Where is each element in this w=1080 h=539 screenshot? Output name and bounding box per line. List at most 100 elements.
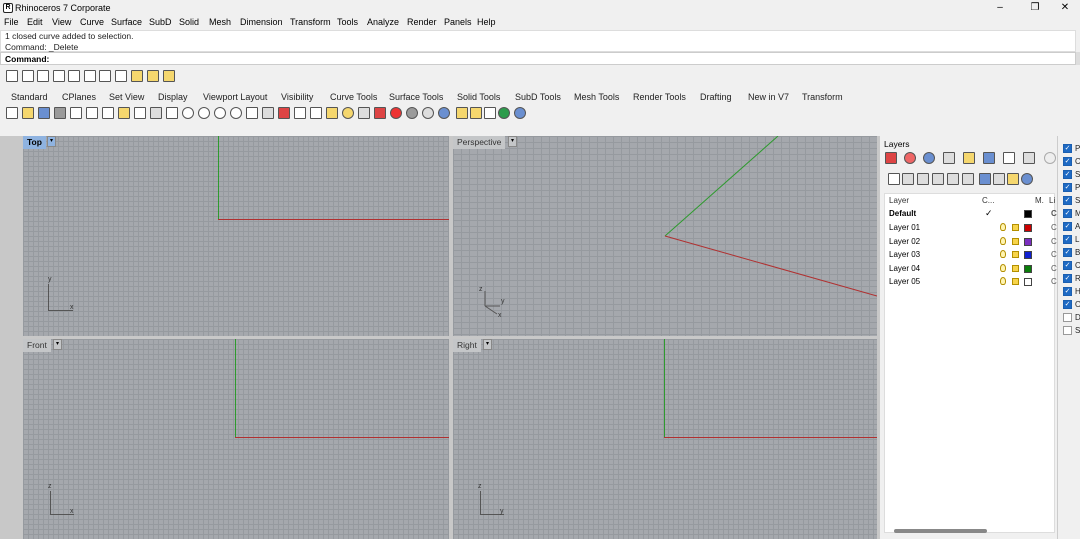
layer-color-swatch[interactable] [1024, 224, 1032, 232]
lock-icon[interactable] [1012, 237, 1019, 245]
filter-icon[interactable] [456, 107, 468, 119]
prop-checkbox[interactable] [1063, 326, 1072, 335]
prop-checkbox[interactable]: ✓ [1063, 261, 1072, 270]
tab-visibility[interactable]: Visibility [281, 92, 313, 102]
layer-color-swatch[interactable] [1024, 210, 1032, 218]
command-scrollbar[interactable] [1076, 52, 1080, 65]
rotate-view-icon[interactable] [166, 107, 178, 119]
tab-curve-tools[interactable]: Curve Tools [330, 92, 377, 102]
layer-row-03[interactable]: Layer 03 C [885, 248, 1057, 262]
tab-standard[interactable]: Standard [11, 92, 48, 102]
lock-icon[interactable] [358, 107, 370, 119]
menu-dimension[interactable]: Dimension [240, 17, 283, 27]
column-header-material[interactable]: M. [1035, 194, 1044, 207]
open-file-icon[interactable] [22, 70, 34, 82]
lock-icon[interactable] [1012, 224, 1019, 231]
move-parent-icon[interactable] [962, 173, 974, 185]
menu-help[interactable]: Help [477, 17, 496, 27]
menu-analyze[interactable]: Analyze [367, 17, 399, 27]
menu-view[interactable]: View [52, 17, 71, 27]
layer-row-02[interactable]: Layer 02 C [885, 235, 1057, 249]
new-file-icon[interactable] [6, 70, 18, 82]
new-icon[interactable] [6, 107, 18, 119]
pan-icon[interactable] [150, 107, 162, 119]
tab-surface-tools[interactable]: Surface Tools [389, 92, 443, 102]
lights-tab-icon[interactable] [943, 152, 955, 164]
materials-tab-icon[interactable] [923, 152, 935, 164]
import-icon[interactable] [70, 107, 82, 119]
visibility-bulb-icon[interactable] [1000, 223, 1006, 231]
insert-icon[interactable] [163, 70, 175, 82]
visibility-bulb-icon[interactable] [1000, 263, 1006, 272]
settings-tab-icon[interactable] [1044, 152, 1056, 164]
help-icon[interactable] [514, 107, 526, 119]
notes-tab-icon[interactable] [1003, 152, 1015, 164]
tab-solid-tools[interactable]: Solid Tools [457, 92, 500, 102]
command-input[interactable]: Command: [0, 52, 1076, 65]
layer-row-05[interactable]: Layer 05 C [885, 275, 1057, 289]
menu-subd[interactable]: SubD [149, 17, 172, 27]
print-icon[interactable] [99, 70, 111, 82]
viewport-front-label[interactable]: Front [23, 339, 51, 352]
options-icon[interactable] [470, 107, 482, 119]
zoom-window-icon[interactable] [198, 107, 210, 119]
color-wheel-icon[interactable] [390, 107, 402, 119]
zebra-icon[interactable] [498, 107, 510, 119]
select-icon[interactable] [278, 107, 290, 119]
rendered-icon[interactable] [422, 107, 434, 119]
properties-icon[interactable] [374, 107, 386, 119]
minimize-button[interactable]: – [985, 0, 1015, 16]
viewport-right[interactable]: Right ▾ z y [453, 339, 877, 539]
paste-icon[interactable] [118, 107, 130, 119]
visibility-bulb-icon[interactable] [1000, 236, 1006, 245]
visibility-bulb-icon[interactable] [1000, 277, 1006, 285]
named-views-tab-icon[interactable] [983, 152, 995, 164]
menu-panels[interactable]: Panels [444, 17, 472, 27]
column-header-current[interactable]: C... [982, 194, 994, 207]
prop-checkbox[interactable]: ✓ [1063, 196, 1072, 205]
dimension-icon[interactable] [484, 107, 496, 119]
layer-row-default[interactable]: Default ✓ C [885, 207, 1057, 221]
zoom-icon[interactable] [182, 107, 194, 119]
move-up-icon[interactable] [932, 173, 944, 185]
menu-tools[interactable]: Tools [337, 17, 358, 27]
export-icon[interactable] [84, 70, 96, 82]
viewport-top-label[interactable]: Top [23, 136, 46, 149]
layer-color-swatch[interactable] [1024, 278, 1032, 286]
display-tab-icon[interactable] [904, 152, 916, 164]
undo-icon[interactable] [134, 107, 146, 119]
tab-new-in-v7[interactable]: New in V7 [748, 92, 789, 102]
menu-edit[interactable]: Edit [27, 17, 43, 27]
close-button[interactable]: ✕ [1050, 0, 1080, 16]
cut-icon[interactable] [86, 107, 98, 119]
save-file-icon[interactable] [37, 70, 49, 82]
prop-checkbox[interactable]: ✓ [1063, 183, 1072, 192]
prop-checkbox[interactable]: ✓ [1063, 170, 1072, 179]
libraries-tab-icon[interactable] [963, 152, 975, 164]
layers-tab-icon[interactable] [885, 152, 897, 164]
maximize-button[interactable]: ❐ [1020, 0, 1050, 16]
column-header-linetype[interactable]: Li [1049, 194, 1055, 207]
layer-icon[interactable] [326, 107, 338, 119]
undo-view-icon[interactable] [246, 107, 258, 119]
viewport-top[interactable]: Top ▾ y x [23, 136, 449, 336]
tab-display[interactable]: Display [158, 92, 188, 102]
layer-row-04[interactable]: Layer 04 C [885, 262, 1057, 276]
menu-curve[interactable]: Curve [80, 17, 104, 27]
move-down-icon[interactable] [947, 173, 959, 185]
help-icon[interactable] [1021, 173, 1033, 185]
import-icon[interactable] [68, 70, 80, 82]
lock-icon[interactable] [1012, 264, 1019, 272]
new-layer-icon[interactable] [888, 173, 900, 185]
tab-cplanes[interactable]: CPlanes [62, 92, 96, 102]
layer-color-swatch[interactable] [1024, 237, 1032, 246]
menu-mesh[interactable]: Mesh [209, 17, 231, 27]
prop-checkbox[interactable]: ✓ [1063, 300, 1072, 309]
save-as-icon[interactable] [53, 70, 65, 82]
tab-set-view[interactable]: Set View [109, 92, 144, 102]
tab-viewport-layout[interactable]: Viewport Layout [203, 92, 267, 102]
tab-transform[interactable]: Transform [802, 92, 843, 102]
save-icon[interactable] [38, 107, 50, 119]
menu-render[interactable]: Render [407, 17, 437, 27]
prop-checkbox[interactable]: ✓ [1063, 222, 1072, 231]
